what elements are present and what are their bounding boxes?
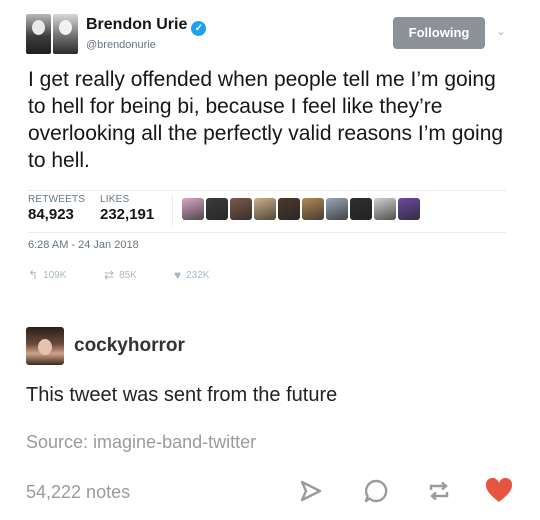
retweet-icon: ⇄ [104,268,115,282]
like-action[interactable]: ♥ 232K [174,268,209,282]
reply-arrow-icon: ↰ [28,268,39,282]
stats-divider-bottom [28,232,506,233]
chevron-down-icon[interactable]: ⌄ [496,24,506,38]
stats-divider-top [28,190,506,191]
liker-avatar[interactable] [326,198,348,220]
heart-icon: ♥ [174,268,182,282]
liker-avatar[interactable] [398,198,420,220]
tweet-author-handle[interactable]: @brendonurie [86,39,156,51]
liker-avatar[interactable] [278,198,300,220]
retweets-label: RETWEETS [28,194,86,205]
post-source[interactable]: Source: imagine-band-twitter [26,432,256,453]
tweet-author-avatar[interactable] [26,14,78,54]
avatar-face-right [59,20,72,35]
retweets-count[interactable]: 84,923 [28,206,74,223]
retweet-action[interactable]: ⇄ 85K [104,268,137,282]
embedded-tweet: Brendon Urie ✓ @brendonurie Following ⌄ I… [26,10,514,300]
like-count: 232K [186,270,210,281]
tweet-timestamp[interactable]: 6:28 AM - 24 Jan 2018 [28,239,139,251]
share-icon[interactable] [296,478,326,508]
reply-count: 109K [43,270,67,281]
following-button[interactable]: Following [393,17,485,49]
notes-count[interactable]: 54,222 notes [26,482,130,503]
reply-bubble-icon[interactable] [361,478,391,508]
likes-count[interactable]: 232,191 [100,206,154,223]
liker-avatar[interactable] [206,198,228,220]
retweet-count: 85K [119,270,137,281]
liker-avatar[interactable] [350,198,372,220]
liker-avatar[interactable] [230,198,252,220]
tweet-body-text: I get really offended when people tell m… [28,68,504,172]
like-heart-icon[interactable] [484,478,514,508]
reblogger-face [38,339,52,355]
reblog-icon[interactable] [424,478,454,508]
reblogger-username[interactable]: cockyhorror [74,335,185,357]
likes-label: LIKES [100,194,130,205]
tweet-author-name[interactable]: Brendon Urie ✓ [86,16,207,36]
liker-avatar[interactable] [374,198,396,220]
liker-avatar[interactable] [254,198,276,220]
avatar-face-left [32,20,45,35]
reply-action[interactable]: ↰ 109K [28,268,66,282]
liker-avatar[interactable] [302,198,324,220]
liker-avatar[interactable] [182,198,204,220]
reblog-comment: This tweet was sent from the future [26,384,338,406]
stats-vertical-divider [172,195,173,227]
verified-badge-icon: ✓ [191,21,207,36]
reblogger-avatar[interactable] [26,327,64,365]
display-name-text: Brendon Urie [86,16,188,33]
